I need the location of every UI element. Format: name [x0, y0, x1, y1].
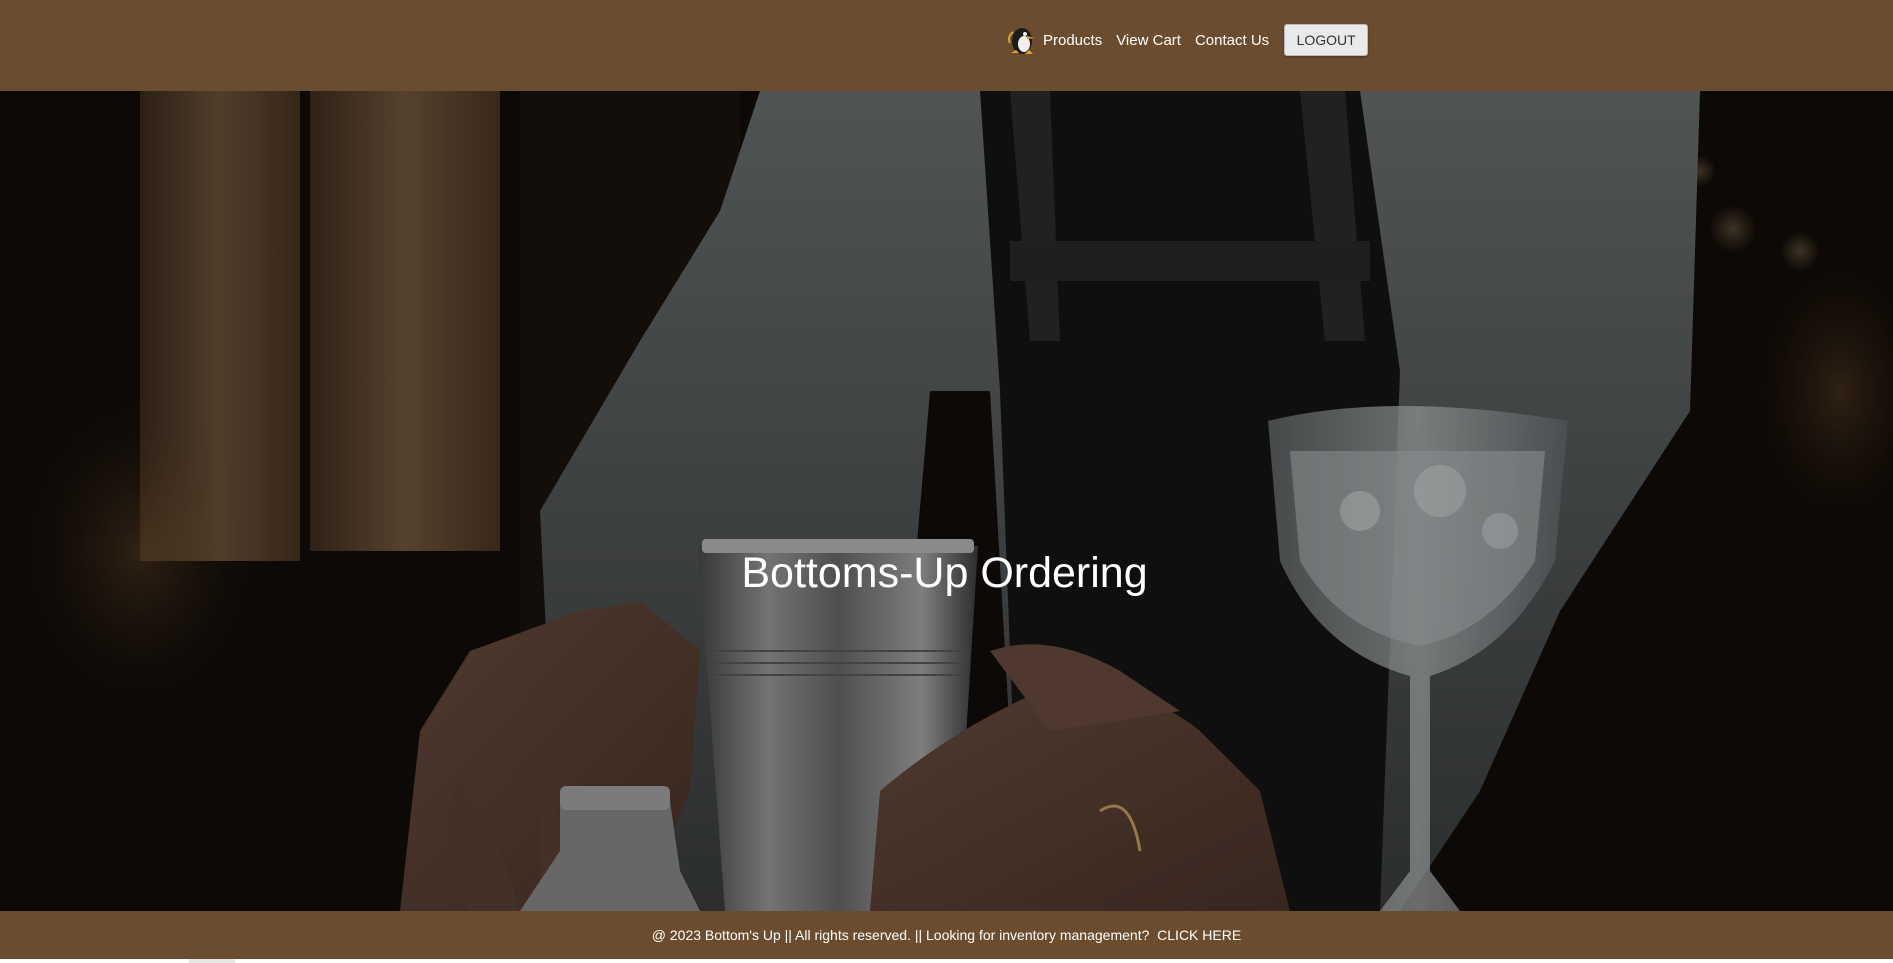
- bottom-strip: [0, 959, 1893, 963]
- page: Products View Cart Contact Us LOGOUT Bot…: [0, 0, 1893, 963]
- nav-link-view-cart[interactable]: View Cart: [1116, 32, 1181, 49]
- penguin-logo-icon[interactable]: [1005, 23, 1039, 57]
- hero-banner: Bottoms-Up Ordering: [0, 91, 1893, 911]
- nav-link-contact-us[interactable]: Contact Us: [1195, 32, 1269, 49]
- hero-background-image: [0, 91, 1893, 911]
- hero-title: Bottoms-Up Ordering: [741, 549, 1148, 597]
- footer: @ 2023 Bottom's Up || All rights reserve…: [0, 911, 1893, 959]
- footer-copyright-text: @ 2023 Bottom's Up || All rights reserve…: [651, 927, 1158, 943]
- logout-button[interactable]: LOGOUT: [1284, 24, 1369, 56]
- bottom-strip-marker: [189, 959, 235, 963]
- nav-link-products[interactable]: Products: [1043, 32, 1102, 49]
- inventory-management-link[interactable]: CLICK HERE: [1157, 927, 1241, 943]
- top-navbar: Products View Cart Contact Us LOGOUT: [0, 0, 1893, 91]
- nav-menu: Products View Cart Contact Us LOGOUT: [1005, 22, 1369, 58]
